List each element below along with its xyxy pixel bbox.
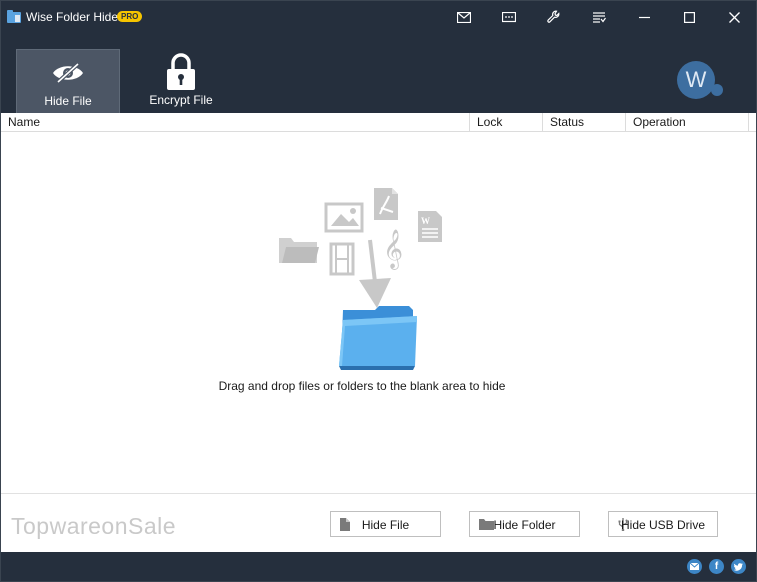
svg-text:W: W [421,216,430,226]
email-link[interactable] [687,559,702,574]
hide-folder-button[interactable]: Hide Folder [469,511,580,537]
app-logo-icon [7,10,21,23]
hide-file-button-label: Hide File [361,518,410,532]
facebook-icon: f [714,561,719,572]
lock-icon [167,53,195,90]
menu-icon [592,11,606,23]
main-toolbar: Hide File Encrypt File W [1,34,756,113]
app-window: Wise Folder Hider PRO Hide File Encrypt … [0,0,757,582]
minimize-button[interactable] [632,7,656,27]
menu-button[interactable] [587,7,611,27]
drop-hint-text: Drag and drop files or folders to the bl… [218,379,506,393]
account-avatar[interactable]: W [677,61,715,99]
hidden-eye-icon [53,61,83,85]
drop-area[interactable]: W 𝄞 Drag and drop files or folders to th… [1,132,756,493]
settings-button[interactable] [542,7,566,27]
hide-usb-drive-button-label: Hide USB Drive [620,518,706,532]
title-bar: Wise Folder Hider PRO [1,1,756,34]
bottom-action-bar: TopwareonSale Hide File Hide Folder Hide… [1,493,756,552]
minimize-icon [638,16,650,18]
hide-folder-button-label: Hide Folder [493,518,556,532]
twitter-link[interactable] [731,559,746,574]
drag-drop-illustration-icon: W 𝄞 [279,188,442,370]
hide-usb-drive-button[interactable]: Hide USB Drive [608,511,718,537]
facebook-link[interactable]: f [709,559,724,574]
twitter-icon [734,562,743,571]
window-title: Wise Folder Hider [26,10,123,24]
watermark-text: TopwareonSale [11,513,177,539]
table-header: Name Lock Status Operation [1,113,756,132]
column-lock[interactable]: Lock [470,113,543,132]
tab-encrypt-file[interactable]: Encrypt File [129,49,233,113]
column-name[interactable]: Name [1,113,470,132]
maximize-button[interactable] [677,7,701,27]
tab-hide-file[interactable]: Hide File [16,49,120,113]
svg-text:𝄞: 𝄞 [383,229,403,270]
close-icon [728,11,740,23]
column-status[interactable]: Status [543,113,626,132]
close-button[interactable] [722,7,746,27]
column-operation[interactable]: Operation [626,113,749,132]
maximize-icon [683,11,695,23]
avatar-status-dot [711,84,723,96]
mail-button[interactable] [452,7,476,27]
mail-icon [457,11,471,23]
feedback-icon [502,11,516,22]
settings-icon [547,10,560,23]
email-icon [690,563,699,570]
status-bar: f [1,552,756,581]
pro-badge: PRO [117,11,143,22]
tab-encrypt-file-label: Encrypt File [149,93,213,107]
tab-hide-file-label: Hide File [44,94,92,108]
feedback-button[interactable] [497,7,521,27]
hide-file-button[interactable]: Hide File [330,511,441,537]
